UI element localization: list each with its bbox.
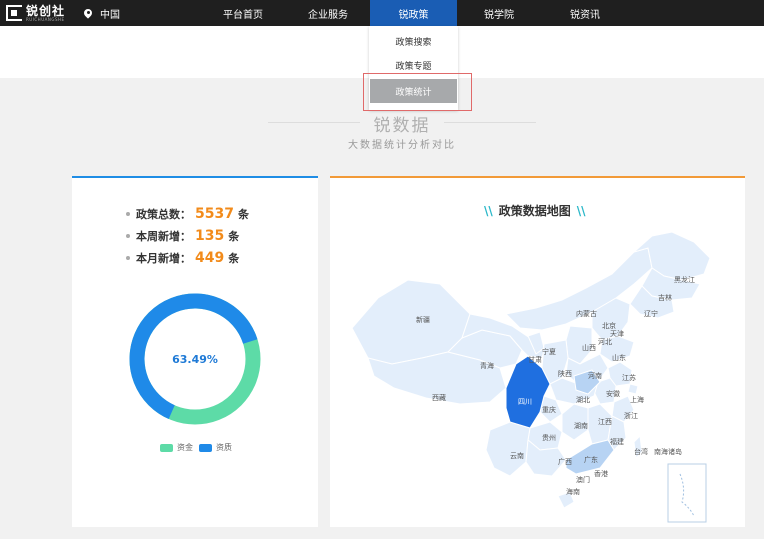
label-hubei: 湖北 [576, 395, 590, 404]
stat-unit: 条 [237, 208, 249, 221]
label-south-china-sea: 南海诸岛 [654, 447, 682, 456]
stats-card: 政策总数： 5537 条 本周新增： 135 条 本月新增： 449 条 63.… [72, 176, 318, 527]
label-shandong: 山东 [612, 353, 626, 362]
stat-weekly: 本周新增： 135 条 [126, 228, 239, 244]
label-shanghai: 上海 [630, 395, 644, 404]
title-deco-left-icon: \\ [484, 203, 493, 218]
top-nav-bar: 锐创社 RUICHUANGSHE 中国 平台首页 企业服务 锐政策 锐学院 锐资… [0, 0, 764, 26]
label-shaanxi: 陕西 [558, 369, 572, 378]
stat-unit: 条 [228, 252, 240, 265]
stat-value: 135 [195, 228, 225, 244]
nav-item-policy[interactable]: 锐政策 [370, 0, 457, 26]
label-yunnan: 云南 [510, 451, 524, 460]
donut-chart[interactable]: 63.49% [128, 292, 262, 426]
label-xinjiang: 新疆 [416, 315, 430, 324]
logo-subtext: RUICHUANGSHE [26, 16, 65, 22]
stat-label: 本月新增： [136, 252, 191, 265]
stat-unit: 条 [228, 230, 240, 243]
label-liaoning: 辽宁 [644, 309, 658, 318]
location-selector[interactable]: 中国 [84, 6, 120, 21]
label-guizhou: 贵州 [542, 433, 556, 442]
section-subtitle: 大数据统计分析对比 [348, 140, 456, 151]
label-jiangxi: 江西 [598, 418, 612, 426]
label-jiangsu: 江苏 [622, 373, 636, 382]
stat-label: 政策总数： [136, 208, 191, 221]
label-chongqing: 重庆 [542, 405, 556, 414]
label-henan: 河南 [588, 371, 602, 380]
map-card: \\ 政策数据地图 \\ 黑龙江 吉林 辽宁 内蒙古 北京 天津 河北 新疆 宁… [330, 176, 745, 527]
china-map[interactable]: 黑龙江 吉林 辽宁 内蒙古 北京 天津 河北 新疆 宁夏 山西 山东 青海 甘肃… [330, 218, 745, 529]
label-shanxi: 山西 [582, 343, 596, 352]
label-hainan: 海南 [566, 487, 580, 496]
section-title: 锐数据 [373, 116, 431, 136]
map-title: \\ 政策数据地图 \\ [484, 203, 586, 219]
label-neimenggu: 内蒙古 [576, 309, 597, 318]
bullet-icon [126, 256, 130, 260]
bullet-icon [126, 234, 130, 238]
legend-swatch [199, 443, 212, 452]
label-jilin: 吉林 [658, 293, 672, 302]
nine-dash-line [679, 473, 695, 517]
label-hebei: 河北 [598, 338, 612, 346]
legend-label: 资质 [216, 443, 232, 452]
legend-label: 资金 [177, 443, 193, 452]
legend-item-funding[interactable]: 资金 [160, 442, 193, 453]
title-deco-right-icon: \\ [576, 203, 586, 218]
label-guangdong: 广东 [584, 455, 598, 464]
bullet-icon [126, 212, 130, 216]
label-fujian: 福建 [610, 437, 624, 446]
label-macau: 澳门 [576, 475, 590, 484]
label-hongkong: 香港 [594, 469, 608, 478]
site-logo[interactable]: 锐创社 RUICHUANGSHE [6, 4, 65, 22]
south-china-sea-inset [667, 463, 707, 523]
label-hunan: 湖南 [574, 421, 588, 430]
nav-item-news[interactable]: 锐资讯 [555, 0, 615, 26]
highlight-box [363, 73, 472, 111]
label-taiwan: 台湾 [634, 447, 648, 456]
stat-label: 本周新增： [136, 230, 191, 243]
title-divider-left [268, 122, 360, 123]
nav-item-home[interactable]: 平台首页 [212, 0, 274, 26]
province-yunnan[interactable] [485, 421, 531, 477]
label-ningxia: 宁夏 [542, 347, 556, 356]
stat-value: 5537 [195, 206, 234, 222]
location-pin-icon [84, 9, 92, 19]
label-guangxi: 广西 [558, 457, 572, 466]
label-gansu: 甘肃 [528, 355, 542, 364]
logo-mark-icon [6, 5, 22, 21]
legend-item-qualification[interactable]: 资质 [199, 442, 232, 453]
label-tianjin: 天津 [610, 330, 624, 338]
stat-total: 政策总数： 5537 条 [126, 206, 249, 222]
label-beijing: 北京 [602, 321, 616, 330]
logo-text: 锐创社 [26, 3, 66, 18]
label-xizang: 西藏 [432, 393, 446, 402]
label-zhejiang: 浙江 [624, 411, 638, 420]
label-heilongjiang: 黑龙江 [674, 275, 695, 284]
label-sichuan: 四川 [518, 398, 532, 406]
stat-monthly: 本月新增： 449 条 [126, 250, 239, 266]
dropdown-item-policy-topics[interactable]: 政策专题 [369, 59, 458, 72]
legend-swatch [160, 443, 173, 452]
label-anhui: 安徽 [606, 389, 620, 398]
donut-center-label: 63.49% [172, 353, 218, 366]
label-qinghai: 青海 [480, 361, 494, 370]
stat-value: 449 [195, 250, 225, 266]
nav-item-enterprise-services[interactable]: 企业服务 [297, 0, 359, 26]
location-label: 中国 [100, 10, 120, 21]
dropdown-item-policy-search[interactable]: 政策搜索 [369, 35, 458, 48]
province-shanghai[interactable] [627, 383, 639, 395]
title-divider-right [444, 122, 536, 123]
nav-item-academy[interactable]: 锐学院 [470, 0, 528, 26]
